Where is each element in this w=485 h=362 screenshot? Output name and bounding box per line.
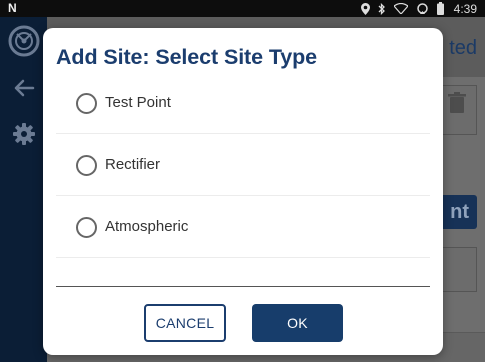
- notification-app-icon: N: [8, 1, 17, 15]
- app-logo-icon: [8, 25, 39, 57]
- sidebar: [0, 17, 47, 362]
- status-bar: N 4:39: [0, 0, 485, 17]
- radio-button[interactable]: [76, 155, 97, 176]
- option-label: Test Point: [105, 94, 171, 111]
- status-icons: 4:39: [360, 0, 477, 17]
- background-button-label: nt: [450, 201, 469, 223]
- radio-button[interactable]: [76, 93, 97, 114]
- option-test-point[interactable]: Test Point: [56, 72, 430, 134]
- dialog-divider: [56, 286, 430, 287]
- back-button[interactable]: [0, 79, 47, 97]
- battery-icon: [436, 2, 444, 15]
- option-label: Rectifier: [105, 156, 161, 173]
- bluetooth-icon: [378, 2, 385, 15]
- trash-icon: [448, 92, 466, 113]
- settings-button[interactable]: [0, 123, 47, 145]
- app-logo-button[interactable]: [0, 25, 47, 57]
- option-label: Atmospheric: [105, 218, 189, 235]
- sync-icon: [416, 3, 428, 14]
- dialog-title: Add Site: Select Site Type: [56, 45, 318, 69]
- clock: 4:39: [453, 1, 477, 16]
- radio-button[interactable]: [76, 217, 97, 238]
- app-header-title: ted: [449, 37, 477, 59]
- cancel-button[interactable]: CANCEL: [144, 304, 226, 342]
- wifi-icon: [393, 3, 408, 14]
- gear-icon: [12, 123, 35, 145]
- location-icon: [360, 2, 370, 15]
- back-arrow-icon: [14, 79, 34, 97]
- option-rectifier[interactable]: Rectifier: [56, 134, 430, 196]
- option-atmospheric[interactable]: Atmospheric: [56, 196, 430, 258]
- select-site-type-dialog: Add Site: Select Site Type Test Point Re…: [43, 28, 443, 355]
- ok-button[interactable]: OK: [252, 304, 343, 342]
